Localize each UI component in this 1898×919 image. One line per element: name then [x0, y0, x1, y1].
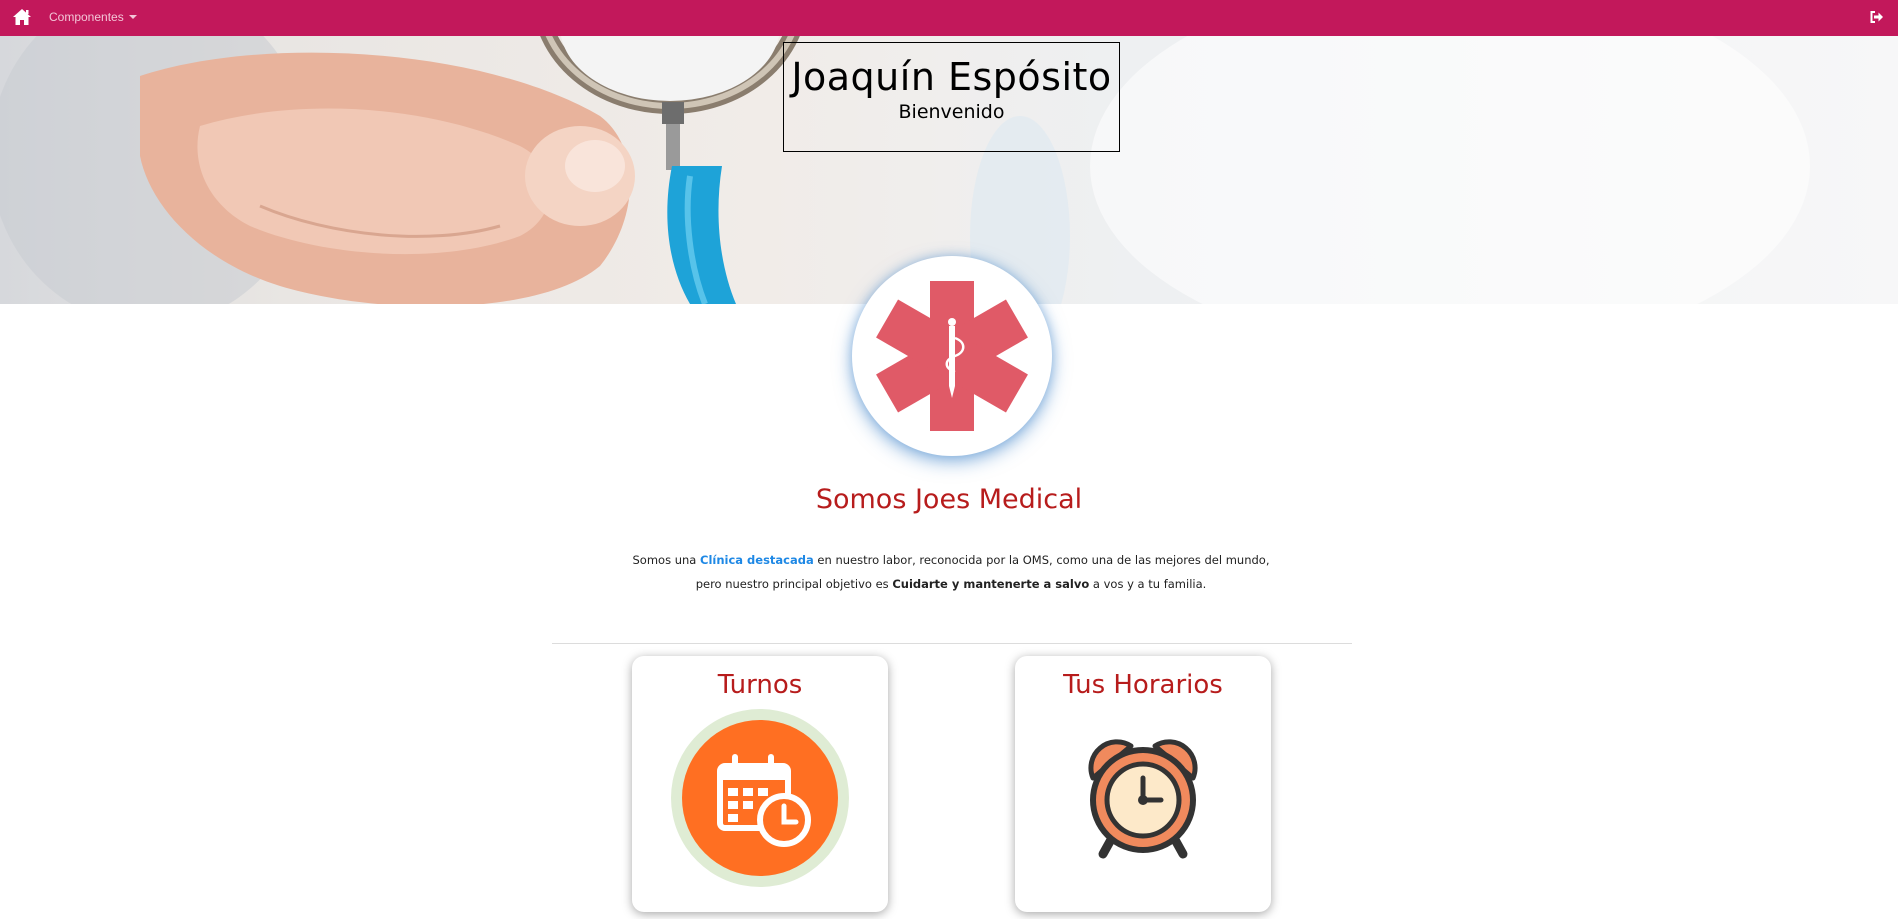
about-bold-text: Cuidarte y mantenerte a salvo: [892, 577, 1090, 591]
star-of-life-icon: [876, 281, 1028, 431]
componentes-dropdown[interactable]: Componentes: [49, 10, 137, 24]
turnos-title: Turnos: [717, 670, 803, 700]
calendar-clock-icon: [671, 709, 849, 887]
componentes-label: Componentes: [49, 10, 124, 24]
sign-out-icon[interactable]: [1870, 10, 1884, 24]
welcome-subtitle: Bienvenido: [898, 101, 1005, 123]
turnos-card[interactable]: Turnos: [632, 656, 888, 912]
clinica-destacada-link[interactable]: Clínica destacada: [700, 553, 814, 567]
tus-horarios-title: Tus Horarios: [1063, 670, 1223, 700]
user-name: Joaquín Espósito: [791, 55, 1112, 99]
medical-badge: [852, 256, 1052, 456]
caret-down-icon: [128, 15, 137, 19]
home-icon[interactable]: [12, 7, 32, 27]
tus-horarios-card[interactable]: Tus Horarios: [1015, 656, 1271, 912]
about-text-1: Somos una: [632, 553, 701, 567]
alarm-clock-icon: [1088, 739, 1198, 859]
section-divider: [552, 643, 1352, 644]
about-text-3: a vos y a tu familia.: [1089, 577, 1207, 591]
about-description: Somos una Clínica destacada en nuestro l…: [628, 548, 1274, 596]
welcome-box: Joaquín Espósito Bienvenido: [783, 42, 1120, 152]
about-title: Somos Joes Medical: [815, 484, 1083, 515]
top-navbar: Componentes: [0, 0, 1898, 36]
